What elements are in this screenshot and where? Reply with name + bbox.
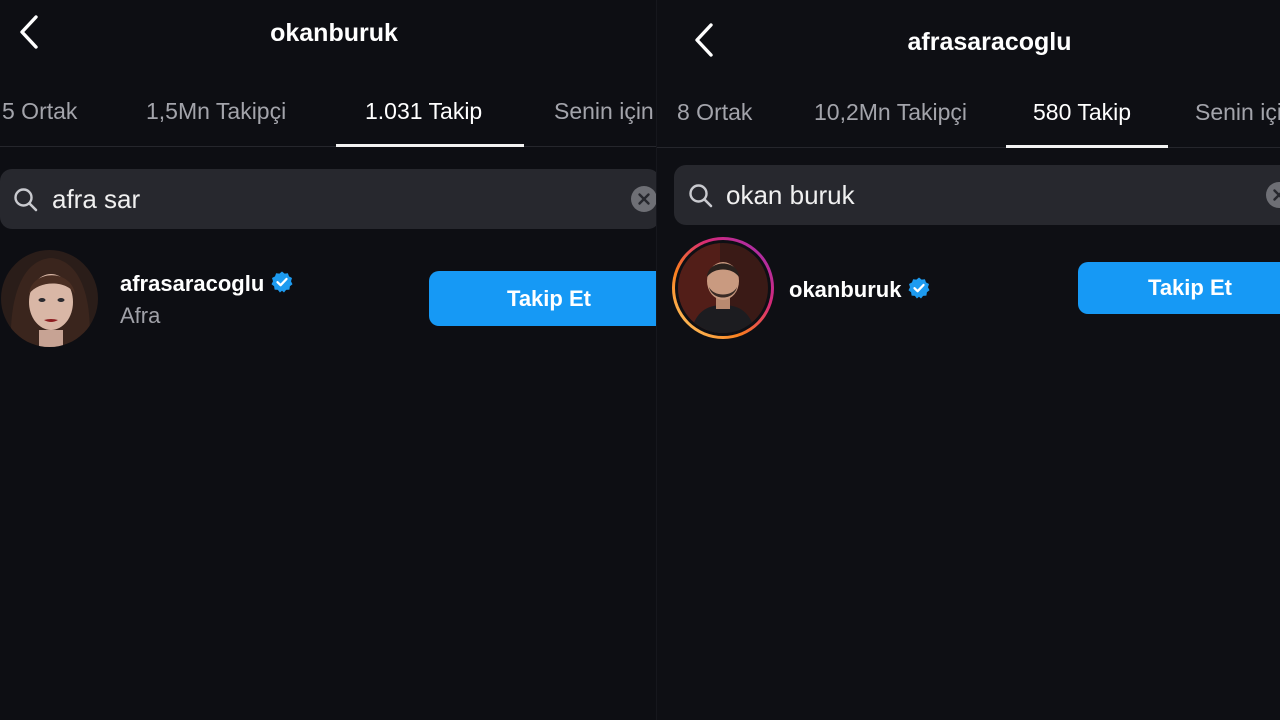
tab-for-you[interactable]: Senin için <box>554 76 654 146</box>
search-input[interactable]: afra sar <box>52 169 140 229</box>
tab-mutual[interactable]: 8 Ortak <box>677 77 752 147</box>
verified-badge-icon <box>907 276 931 306</box>
verified-badge-icon <box>270 270 294 300</box>
left-screenshot-panel: okanburuk 5 Ortak 1,5Mn Takipçi 1.031 Ta… <box>0 0 657 720</box>
result-full-name: Afra <box>120 303 161 328</box>
right-screenshot-panel: afrasaracoglu 8 Ortak 10,2Mn Takipçi 580… <box>657 0 1280 720</box>
tab-bar: 8 Ortak 10,2Mn Takipçi 580 Takip Senin i… <box>657 77 1280 148</box>
tab-followers[interactable]: 1,5Mn Takipçi <box>146 76 286 146</box>
tab-following[interactable]: 1.031 Takip <box>365 76 482 146</box>
clear-icon[interactable] <box>631 186 657 212</box>
result-username[interactable]: afrasaracoglu <box>120 270 294 300</box>
avatar[interactable] <box>670 235 776 341</box>
search-field[interactable]: afra sar <box>0 169 657 229</box>
tab-mutual[interactable]: 5 Ortak <box>2 76 77 146</box>
active-tab-indicator <box>1006 145 1168 148</box>
follow-button[interactable]: Takip Et <box>429 271 657 326</box>
tab-for-you[interactable]: Senin için <box>1195 77 1280 147</box>
result-username[interactable]: okanburuk <box>789 276 931 306</box>
search-icon <box>688 183 714 209</box>
search-icon <box>13 187 39 213</box>
search-input[interactable]: okan buruk <box>726 165 855 225</box>
avatar[interactable] <box>1 250 98 347</box>
active-tab-indicator <box>336 144 524 147</box>
follow-button[interactable]: Takip Et <box>1078 262 1280 314</box>
profile-title: okanburuk <box>270 19 398 47</box>
search-field[interactable]: okan buruk <box>674 165 1280 225</box>
tab-bar: 5 Ortak 1,5Mn Takipçi 1.031 Takip Senin … <box>0 76 657 147</box>
tab-followers[interactable]: 10,2Mn Takipçi <box>814 77 967 147</box>
clear-icon[interactable] <box>1266 182 1280 208</box>
tab-following[interactable]: 580 Takip <box>1033 77 1131 147</box>
profile-title: afrasaracoglu <box>907 28 1072 56</box>
